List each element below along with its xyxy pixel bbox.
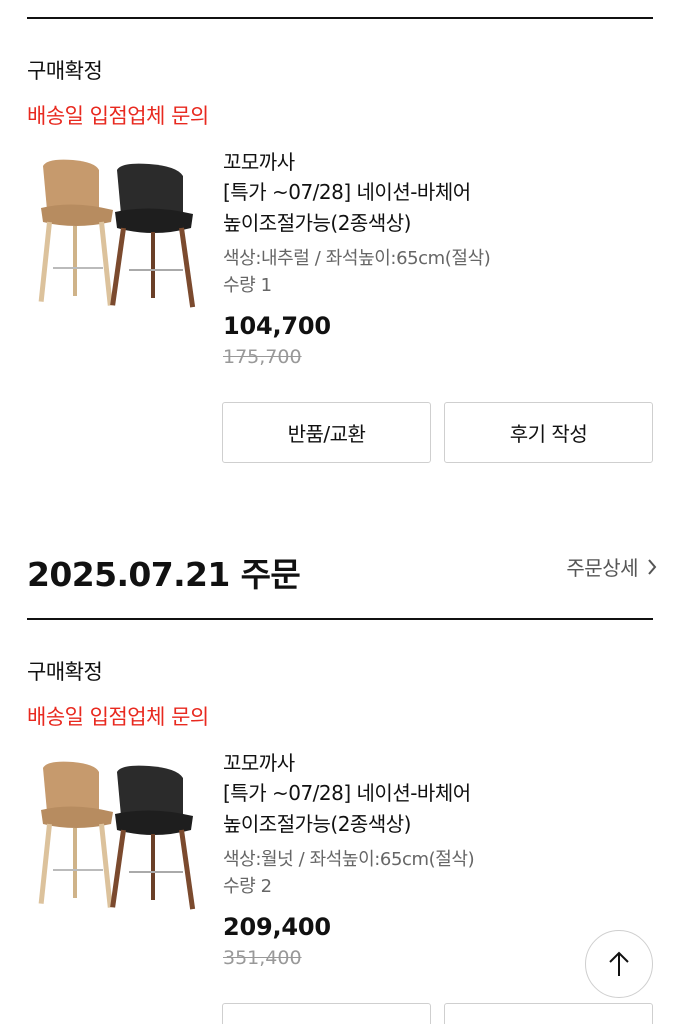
product-price: 104,700	[223, 312, 331, 340]
section-divider	[27, 17, 653, 19]
scroll-top-button[interactable]	[585, 930, 653, 998]
order-detail-link[interactable]: 주문상세	[566, 552, 658, 581]
order-detail-label: 주문상세	[566, 556, 638, 580]
order-status: 구매확정	[27, 660, 103, 684]
order-status: 구매확정	[27, 59, 103, 83]
product-title-line1[interactable]: [특가 ~07/28] 네이션-바체어	[223, 176, 471, 205]
product-title-line2[interactable]: 높이조절가능(2종색상)	[223, 808, 411, 837]
delivery-notice: 배송일 입점업체 문의	[27, 104, 209, 128]
product-thumbnail[interactable]	[33, 150, 198, 315]
order-date-heading: 2025.07.21 주문	[27, 555, 301, 594]
original-price: 175,700	[223, 346, 302, 368]
return-exchange-button[interactable]: 반품/교환	[222, 402, 431, 463]
product-thumbnail[interactable]	[33, 752, 198, 917]
product-title-line1[interactable]: [특가 ~07/28] 네이션-바체어	[223, 777, 471, 806]
product-price: 209,400	[223, 913, 331, 941]
delivery-notice: 배송일 입점업체 문의	[27, 705, 209, 729]
chevron-right-icon	[648, 558, 657, 575]
return-exchange-button[interactable]	[222, 1003, 431, 1024]
write-review-button[interactable]: 후기 작성	[444, 402, 653, 463]
original-price: 351,400	[223, 947, 302, 969]
arrow-up-icon	[609, 951, 629, 976]
product-option: 색상:내추럴 / 좌석높이:65cm(절삭)	[223, 248, 491, 269]
product-option: 색상:월넛 / 좌석높이:65cm(절삭)	[223, 849, 475, 870]
section-divider	[27, 618, 653, 620]
product-brand[interactable]: 꼬모까사	[223, 146, 295, 175]
product-quantity: 수량 2	[223, 876, 272, 897]
product-title-line2[interactable]: 높이조절가능(2종색상)	[223, 207, 411, 236]
product-brand[interactable]: 꼬모까사	[223, 747, 295, 776]
write-review-button[interactable]	[444, 1003, 653, 1024]
product-quantity: 수량 1	[223, 275, 272, 296]
